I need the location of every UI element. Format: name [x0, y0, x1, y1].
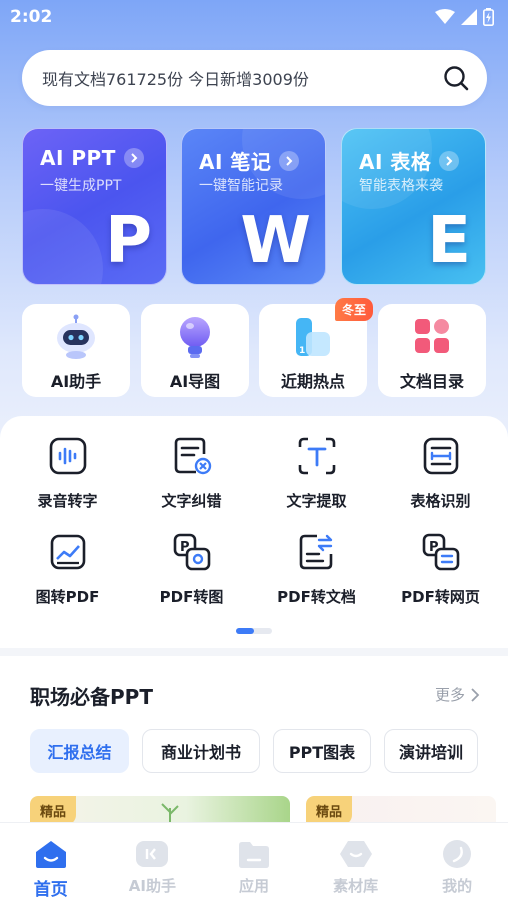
excel-logo-letter: E — [427, 204, 471, 278]
nav-label: 首页 — [33, 880, 68, 900]
tool-table-recognize[interactable]: 表格识别 — [377, 436, 504, 532]
solar-term-badge: 冬至 — [334, 298, 373, 321]
status-time: 2:02 — [10, 7, 53, 27]
tool-audio-to-text[interactable]: 录音转字 — [4, 436, 131, 532]
wifi-icon — [435, 9, 455, 24]
word-logo-letter: W — [240, 204, 311, 278]
search-icon[interactable] — [443, 65, 469, 91]
chevron-right-icon — [471, 687, 480, 702]
card-subtitle: 智能表格来袭 — [359, 178, 443, 194]
image-to-pdf-icon — [50, 534, 85, 570]
tool-label: 图转PDF — [35, 588, 100, 606]
quick-tile-ai-assistant[interactable]: AI助手 — [22, 304, 130, 397]
pdf-to-doc-icon — [299, 534, 332, 570]
ai-notes-card[interactable]: AI 笔记 一键智能记录 W — [181, 128, 326, 285]
grid-apps-icon — [409, 314, 455, 360]
ai-chat-icon — [135, 839, 169, 869]
pdf-to-image-icon: P — [173, 533, 210, 571]
quick-tile-doc-catalog[interactable]: 文档目录 — [378, 304, 486, 397]
nav-profile[interactable]: 我的 — [406, 823, 508, 904]
section-title: 职场必备PPT — [30, 685, 153, 709]
profile-icon — [440, 839, 474, 869]
lightbulb-icon — [172, 314, 218, 360]
chip-business-plan[interactable]: 商业计划书 — [142, 729, 260, 773]
chevron-right-icon — [439, 150, 460, 171]
trending-chart-icon: 1 — [290, 314, 336, 360]
ppt-section: 职场必备PPT 更多 汇报总结 商业计划书 PPT图表 演讲培训 精品 精品 — [0, 656, 508, 826]
tool-label: 录音转字 — [37, 492, 98, 510]
nav-apps[interactable]: 应用 — [203, 823, 305, 904]
home-icon — [34, 839, 68, 869]
card-title: AI 笔记 — [199, 150, 272, 174]
card-title: AI 表格 — [359, 150, 432, 174]
ai-sheet-card[interactable]: AI 表格 智能表格来袭 E — [341, 128, 486, 285]
tools-panel: 录音转字 文字纠错 文字提取 表格识别 图转PDF P PDF转图 PDF转文档… — [0, 416, 508, 648]
card-decoration — [23, 209, 103, 284]
doc-correct-icon — [174, 437, 211, 475]
search-placeholder: 现有文档761725份 今日新增3009份 — [42, 70, 309, 89]
tool-pdf-to-image[interactable]: P PDF转图 — [128, 532, 255, 628]
premium-badge: 精品 — [30, 796, 77, 825]
battery-icon — [483, 8, 494, 26]
status-bar: 2:02 — [0, 0, 508, 34]
tool-label: PDF转文档 — [277, 588, 356, 606]
card-title: AI PPT — [40, 146, 116, 170]
tile-label: 文档目录 — [399, 372, 464, 391]
quick-tile-ai-mindmap[interactable]: AI导图 — [141, 304, 249, 397]
card-subtitle: 一键生成PPT — [40, 178, 122, 194]
chevron-right-icon — [123, 148, 144, 168]
status-icons — [435, 8, 494, 26]
ppt-logo-letter: P — [105, 204, 152, 278]
tile-label: AI助手 — [50, 372, 102, 391]
chip-speech-training[interactable]: 演讲培训 — [384, 729, 478, 773]
bottom-nav: 首页 AI助手 应用 素材库 我的 — [0, 822, 508, 904]
ai-ppt-card[interactable]: AI PPT 一键生成PPT P — [22, 128, 167, 285]
premium-badge: 精品 — [306, 796, 353, 825]
nav-label: AI助手 — [128, 877, 176, 895]
nav-label: 应用 — [238, 877, 269, 895]
table-scan-icon — [423, 437, 458, 475]
chip-ppt-charts[interactable]: PPT图表 — [273, 729, 371, 773]
tool-pdf-to-doc[interactable]: PDF转文档 — [253, 532, 380, 628]
nav-label: 素材库 — [333, 877, 379, 895]
audio-wave-icon — [49, 437, 86, 475]
tool-image-to-pdf[interactable]: 图转PDF — [4, 532, 131, 628]
more-link-label: 更多 — [434, 686, 465, 704]
nav-materials[interactable]: 素材库 — [305, 823, 407, 904]
more-link[interactable]: 更多 — [435, 684, 480, 705]
search-bar[interactable]: 现有文档761725份 今日新增3009份 — [22, 50, 487, 106]
robot-icon — [53, 314, 99, 360]
page-indicator-active — [236, 628, 254, 634]
nav-home[interactable]: 首页 — [0, 823, 102, 904]
chip-report-summary[interactable]: 汇报总结 — [30, 729, 129, 773]
tile-label: AI导图 — [169, 372, 221, 391]
nav-ai-assistant[interactable]: AI助手 — [102, 823, 204, 904]
chevron-right-icon — [279, 150, 300, 171]
text-extract-icon — [298, 437, 335, 475]
tool-label: 表格识别 — [410, 492, 471, 510]
page-indicator — [236, 628, 272, 634]
tool-label: 文字提取 — [286, 492, 347, 510]
svg-text:1: 1 — [299, 346, 305, 356]
pdf-to-web-icon: P — [422, 533, 459, 571]
folder-icon — [237, 839, 271, 869]
tile-label: 近期热点 — [280, 372, 345, 391]
hexagon-icon — [339, 839, 373, 869]
tool-pdf-to-web[interactable]: P PDF转网页 — [377, 532, 504, 628]
nav-label: 我的 — [442, 877, 473, 895]
tool-label: PDF转图 — [159, 588, 224, 606]
tool-text-extract[interactable]: 文字提取 — [253, 436, 380, 532]
quick-tile-hot-topics[interactable]: 冬至 1 近期热点 — [259, 298, 373, 397]
tool-label: PDF转网页 — [401, 588, 480, 606]
card-subtitle: 一键智能记录 — [199, 178, 283, 194]
tool-label: 文字纠错 — [161, 492, 222, 510]
signal-icon — [461, 9, 477, 25]
tool-text-correction[interactable]: 文字纠错 — [128, 436, 255, 532]
